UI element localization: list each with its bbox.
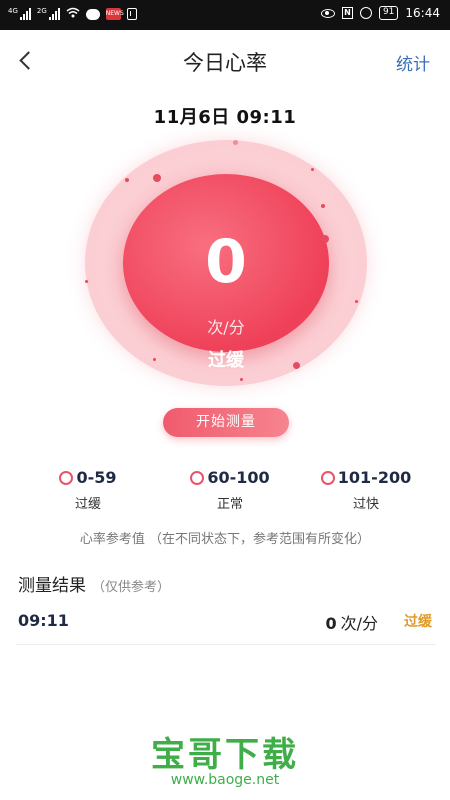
decor-dot: [125, 178, 129, 182]
range-label: 正常: [216, 497, 243, 512]
signal-icon: [19, 8, 31, 20]
bpm-value: 0: [205, 227, 247, 297]
nfc-icon: N: [341, 7, 353, 19]
reference-note: 心率参考值 （在不同状态下，参考范围有所变化）: [79, 532, 371, 547]
decor-dot: [311, 168, 314, 171]
watermark: 宝哥下载 www.baoge.net: [0, 736, 450, 788]
news-app-icon: NEWS: [105, 8, 124, 20]
decor-dot: [321, 235, 329, 243]
eye-icon: [320, 8, 335, 18]
alarm-icon: [359, 7, 372, 19]
ring-icon: [320, 470, 335, 485]
download-icon: [126, 8, 137, 20]
watermark-url: www.baoge.net: [170, 772, 280, 788]
reference-ranges: 0-59 过缓 60-100 正常 101-200 过快: [0, 468, 450, 518]
start-measure-button[interactable]: 开始测量: [163, 408, 289, 437]
result-value-group: 0 次/分: [325, 610, 378, 634]
network-type-1: 4G: [8, 7, 18, 15]
decor-dot: [240, 378, 243, 381]
result-row[interactable]: 09:11 0 次/分 过缓: [16, 603, 436, 645]
status-right: N 91 16:44: [320, 6, 440, 20]
result-status: 过缓: [404, 614, 432, 630]
decor-dot: [293, 362, 300, 369]
page-title: 今日心率: [183, 51, 267, 75]
app-header: 今日心率 统计: [0, 30, 450, 92]
measure-datetime: 11月6日 09:11: [153, 107, 297, 128]
results-subtitle: （仅供参考）: [92, 580, 171, 595]
range-value: 60-100: [207, 468, 270, 487]
range-value: 0-59: [76, 468, 117, 487]
watermark-text: 宝哥下载: [151, 735, 299, 775]
status-left: 4G 2G NEWS: [8, 7, 137, 21]
result-time: 09:11: [18, 611, 69, 630]
wifi-icon: [66, 7, 80, 21]
decor-dot: [321, 204, 325, 208]
decor-dot: [233, 140, 238, 145]
gauge-core: 0 次/分 过缓: [123, 174, 329, 371]
range-value: 101-200: [337, 468, 412, 487]
range-normal: 60-100 正常: [160, 468, 300, 512]
battery-icon: 91: [378, 6, 399, 20]
range-slow: 0-59 过缓: [18, 468, 158, 512]
result-unit: 次/分: [340, 614, 378, 633]
results-heading: 测量结果 （仅供参考）: [18, 571, 170, 596]
decor-dot: [355, 300, 358, 303]
heart-rate-gauge: 0 次/分 过缓: [85, 140, 367, 386]
result-value: 0: [325, 614, 337, 633]
range-label: 过缓: [74, 497, 101, 512]
signal-icon-2: [48, 8, 60, 20]
decor-dot: [153, 358, 156, 361]
decor-dot: [153, 174, 161, 182]
stats-button[interactable]: 统计: [396, 50, 430, 75]
clock-time: 16:44: [405, 6, 440, 20]
status-bar: 4G 2G NEWS N 91 16:44: [0, 0, 450, 30]
ring-icon: [190, 470, 205, 485]
bpm-unit: 次/分: [207, 318, 245, 337]
chat-icon: [85, 8, 100, 20]
results-title: 测量结果: [18, 576, 86, 596]
decor-dot: [85, 280, 88, 283]
range-label: 过快: [352, 497, 379, 512]
network-type-2: 2G: [36, 7, 47, 15]
range-fast: 101-200 过快: [296, 468, 436, 512]
ring-icon: [59, 470, 74, 485]
